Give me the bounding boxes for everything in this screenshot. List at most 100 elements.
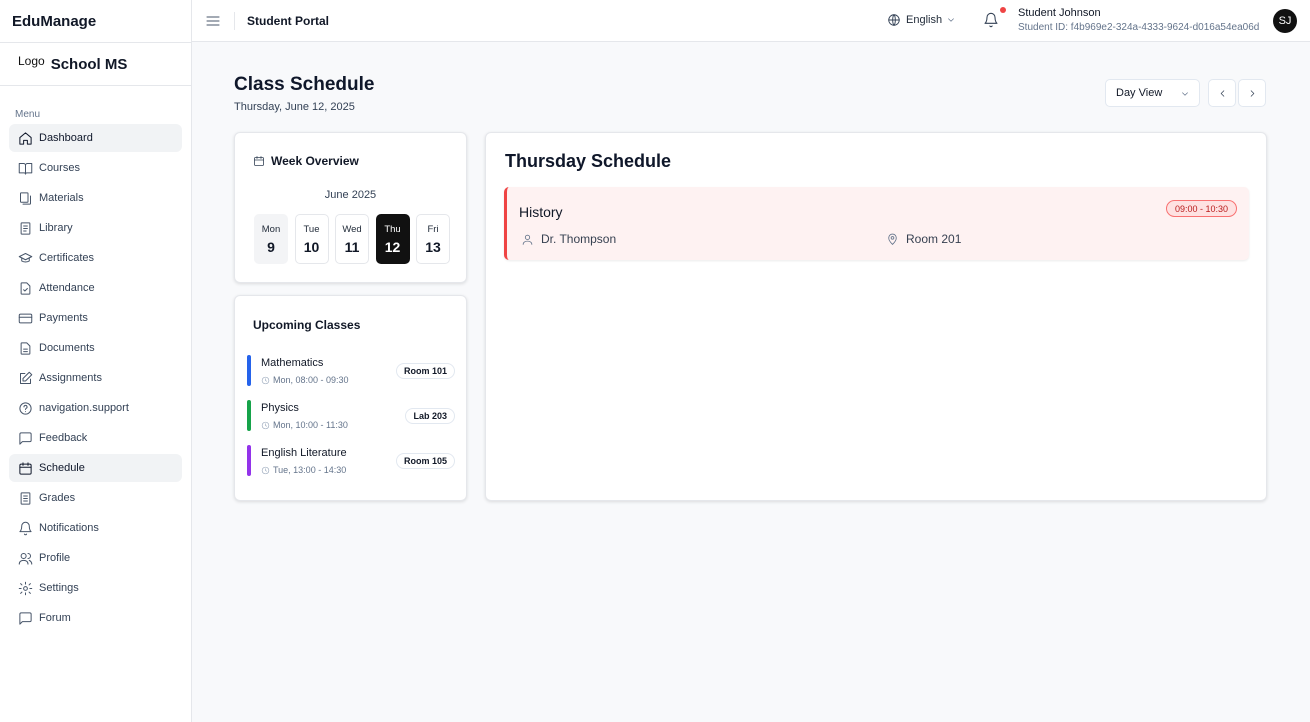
sidebar-item-label: Assignments <box>39 372 102 384</box>
sidebar-item-label: Library <box>39 222 73 234</box>
sidebar-item-label: Attendance <box>39 282 95 294</box>
list-item[interactable]: Mathematics Mon, 08:00 - 09:30 Room 101 <box>247 355 455 387</box>
sidebar-item-forum[interactable]: Forum <box>9 604 182 632</box>
sidebar-item-label: Materials <box>39 192 84 204</box>
day-wed[interactable]: Wed 11 <box>335 214 369 264</box>
day-fri[interactable]: Fri 13 <box>416 214 450 264</box>
event-teacher-name: Dr. Thompson <box>541 232 617 246</box>
list-item[interactable]: English Literature Tue, 13:00 - 14:30 Ro… <box>247 445 455 477</box>
class-name: Physics <box>261 402 299 414</box>
message-square-icon <box>19 611 32 625</box>
user-name: Student Johnson <box>1018 7 1101 19</box>
chevron-right-icon <box>1250 89 1254 97</box>
day-selector: Mon 9 Tue 10 Wed 11 Thu 12 Fri 13 <box>254 214 457 264</box>
sidebar-item-materials[interactable]: Materials <box>9 184 182 212</box>
sidebar-item-label: Courses <box>39 162 80 174</box>
school-name: School MS <box>50 55 128 73</box>
user-icon <box>522 234 533 245</box>
sidebar-item-notifications[interactable]: Notifications <box>9 514 182 542</box>
class-time-text: Mon, 08:00 - 09:30 <box>273 375 349 385</box>
list-item[interactable]: Physics Mon, 10:00 - 11:30 Lab 203 <box>247 400 455 432</box>
school-logo-row: Logo School MS <box>0 43 191 86</box>
file-check-icon <box>20 281 31 295</box>
event-time-badge: 09:00 - 10:30 <box>1165 200 1237 217</box>
sidebar-item-label: Notifications <box>39 522 99 534</box>
upcoming-classes-card: Upcoming Classes Mathematics Mon, 08:00 … <box>234 295 467 501</box>
day-date: 11 <box>344 239 360 255</box>
menu-label: Menu <box>15 109 41 120</box>
day-name: Thu <box>384 224 401 235</box>
credit-card-icon <box>18 313 33 323</box>
school-logo: Logo <box>18 54 45 68</box>
schedule-event[interactable]: History 09:00 - 10:30 Dr. Thompson Room … <box>504 187 1249 260</box>
calendar-icon <box>254 156 264 166</box>
page-title: Class Schedule <box>234 74 375 95</box>
book-open-icon <box>18 162 33 175</box>
notification-dot <box>1000 7 1006 13</box>
view-select[interactable]: Day View <box>1105 79 1200 107</box>
sidebar-item-label: Feedback <box>39 432 88 444</box>
week-overview-card: Week Overview June 2025 Mon 9 Tue 10 Wed… <box>234 132 467 283</box>
message-square-icon <box>19 431 32 445</box>
sidebar-item-payments[interactable]: Payments <box>9 304 182 332</box>
sidebar-item-support[interactable]: navigation.support <box>9 394 182 422</box>
sidebar-item-library[interactable]: Library <box>9 214 182 242</box>
sidebar-item-certificates[interactable]: Certificates <box>9 244 182 272</box>
sidebar-item-label: Dashboard <box>39 132 93 144</box>
sidebar-item-label: Payments <box>39 312 88 324</box>
class-color-bar <box>247 400 251 431</box>
class-color-bar <box>247 355 251 386</box>
avatar[interactable]: SJ <box>1273 9 1297 33</box>
class-time-text: Tue, 13:00 - 14:30 <box>273 465 347 475</box>
bell-icon <box>19 521 32 535</box>
language-selector[interactable]: English <box>887 13 956 27</box>
chevron-down-icon <box>948 18 954 22</box>
class-time: Tue, 13:00 - 14:30 <box>261 465 346 475</box>
notification-bell-icon[interactable] <box>983 12 999 28</box>
sidebar-item-settings[interactable]: Settings <box>9 574 182 602</box>
sidebar-item-grades[interactable]: Grades <box>9 484 182 512</box>
sidebar-item-profile[interactable]: Profile <box>9 544 182 572</box>
day-date: 9 <box>267 239 275 255</box>
class-time: Mon, 08:00 - 09:30 <box>261 375 349 385</box>
menu-icon[interactable] <box>205 13 221 29</box>
day-name: Tue <box>303 224 320 235</box>
sidebar-item-label: Grades <box>39 492 76 504</box>
sidebar-item-label: Settings <box>39 582 79 594</box>
files-icon <box>20 191 31 205</box>
sidebar-item-documents[interactable]: Documents <box>9 334 182 362</box>
event-room: Room 201 <box>886 232 961 246</box>
view-select-value: Day View <box>1116 87 1163 99</box>
sidebar-item-schedule[interactable]: Schedule <box>9 454 182 482</box>
sidebar-item-label: navigation.support <box>39 402 129 414</box>
sidebar-item-label: Profile <box>39 552 71 564</box>
gear-icon <box>18 581 33 595</box>
class-time-text: Mon, 10:00 - 11:30 <box>273 420 348 430</box>
day-date: 12 <box>384 239 401 255</box>
user-id: Student ID: f4b969e2-324a-4333-9624-d016… <box>1018 22 1260 33</box>
day-tue[interactable]: Tue 10 <box>294 214 329 264</box>
day-name: Mon <box>261 224 281 235</box>
sidebar-item-dashboard[interactable]: Dashboard <box>9 124 182 152</box>
file-text-icon <box>20 341 31 355</box>
room-badge: Lab 203 <box>405 408 455 424</box>
previous-day-button[interactable] <box>1208 79 1236 107</box>
day-name: Wed <box>342 224 362 235</box>
sidebar-item-feedback[interactable]: Feedback <box>9 424 182 452</box>
users-icon <box>18 552 33 565</box>
day-thu[interactable]: Thu 12 <box>375 214 410 264</box>
chevron-down-icon <box>1182 92 1188 96</box>
clock-icon <box>261 466 270 474</box>
next-day-button[interactable] <box>1238 79 1266 107</box>
day-date: 10 <box>303 239 320 255</box>
clipboard-icon <box>20 491 31 505</box>
top-bar: Student Portal English Student Johnson S… <box>192 0 1310 42</box>
help-circle-icon <box>19 401 32 415</box>
sidebar-item-label: Forum <box>39 612 71 624</box>
event-room-name: Room 201 <box>906 232 962 246</box>
sidebar-item-courses[interactable]: Courses <box>9 154 182 182</box>
day-mon[interactable]: Mon 9 <box>254 214 288 264</box>
sidebar-item-attendance[interactable]: Attendance <box>9 274 182 302</box>
globe-icon <box>888 14 900 26</box>
sidebar-item-assignments[interactable]: Assignments <box>9 364 182 392</box>
